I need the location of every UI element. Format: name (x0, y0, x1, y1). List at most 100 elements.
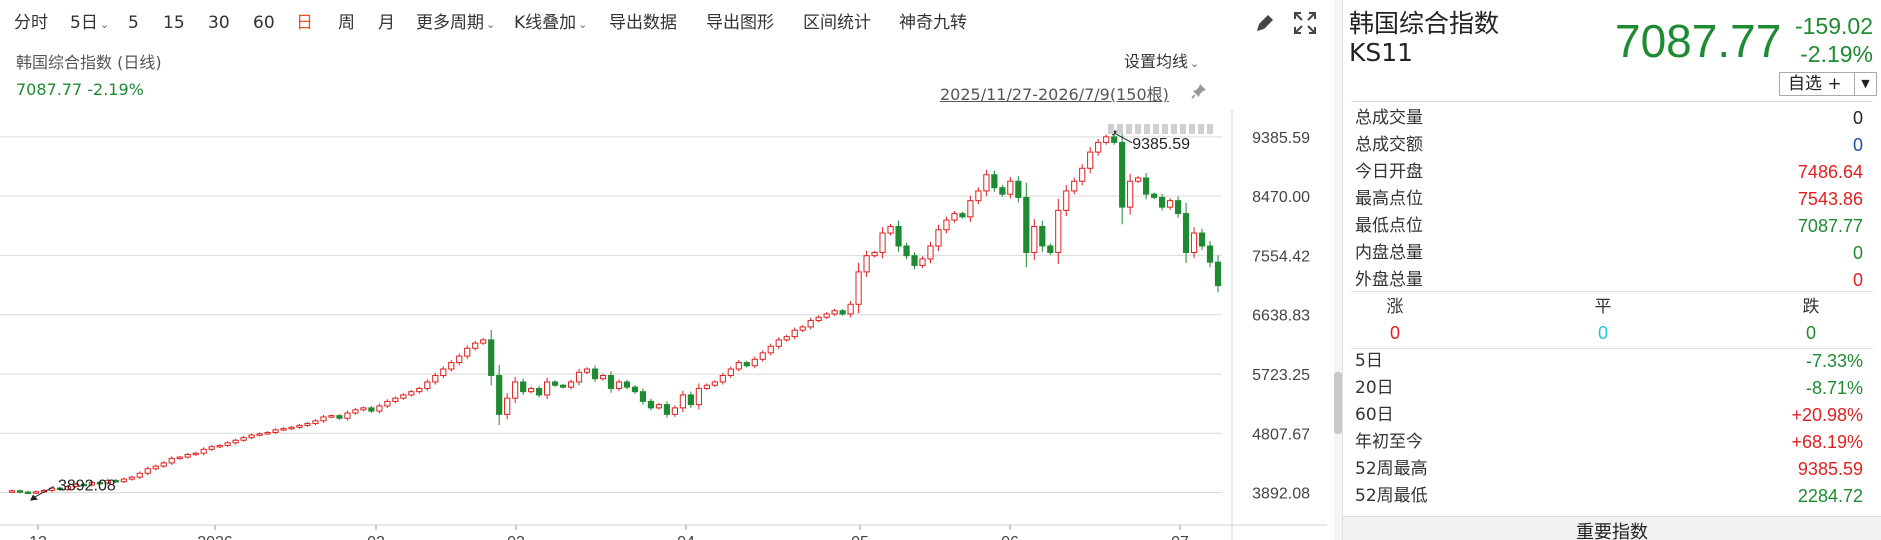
stat-row-label: 总成交额 (1355, 135, 1423, 155)
candle-body (575, 371, 583, 383)
perf-row-value: -8.71% (1805, 378, 1863, 398)
candle-body (256, 433, 263, 436)
period-tab-1[interactable]: 5日 ⌄ (70, 11, 109, 37)
ma-setting-label: 设置均线 (1124, 52, 1189, 71)
stat-row: 总成交额 0 (1355, 132, 1863, 159)
period-tab-label: 周 (338, 13, 355, 33)
perf-row-label: 20日 (1355, 378, 1394, 398)
period-tab-label: 分时 (14, 13, 48, 33)
candle-body (512, 381, 519, 399)
candle-body (184, 453, 191, 458)
period-tab-0[interactable]: 分时 (14, 11, 48, 35)
candle-body (360, 407, 367, 411)
candle-body (144, 468, 151, 474)
chevron-down-icon: ⌄ (578, 18, 588, 31)
signal-marker (1198, 124, 1204, 134)
candle-body (559, 384, 567, 388)
period-tab-8[interactable]: 月 (378, 11, 395, 35)
period-tab-3[interactable]: 15 (163, 11, 185, 35)
add-watchlist-button[interactable]: 自选 + ▼ (1779, 72, 1877, 96)
candle-body (1190, 232, 1198, 253)
period-tab-6[interactable]: 日 (296, 11, 313, 35)
candle-body (615, 381, 623, 389)
chevron-down-icon: ⌄ (99, 18, 110, 31)
y-tick-label: 9385.59 (1252, 130, 1310, 147)
y-tick-label: 8470.00 (1252, 189, 1310, 206)
candle-body (1166, 200, 1174, 208)
signal-marker (1171, 124, 1177, 134)
candle-body (1143, 177, 1150, 195)
brush-icon[interactable] (1252, 10, 1278, 36)
candle-body (663, 404, 671, 415)
period-tab-label: 5 (128, 13, 139, 33)
candle-body (496, 374, 503, 415)
period-tab-5[interactable]: 60 (253, 11, 275, 35)
period-tab-9[interactable]: 更多周期 ⌄ (416, 11, 495, 37)
stat-row-value: 0 (1852, 108, 1863, 128)
watchlist-dropdown-icon[interactable]: ▼ (1854, 73, 1876, 95)
candle-body (520, 381, 527, 393)
period-tab-10[interactable]: K线叠加 ⌄ (514, 11, 587, 37)
candle-body (1095, 141, 1102, 153)
divider (1351, 101, 1873, 102)
period-tab-label: 导出数据 (609, 13, 677, 33)
period-tab-label: 更多周期 (416, 13, 484, 33)
candle-body (1047, 245, 1054, 253)
candle-body (120, 478, 127, 483)
candle-body (935, 229, 942, 247)
signal-marker (1126, 124, 1132, 134)
chart-scrollbar-thumb[interactable] (1334, 372, 1342, 434)
candle-body (967, 200, 974, 218)
date-range-link[interactable]: 2025/11/27-2026/7/9(150根) (940, 81, 1169, 105)
candle-body (1015, 180, 1022, 198)
signal-marker (1180, 124, 1186, 134)
x-tick-label: 02 (367, 534, 385, 540)
candle-body (1063, 190, 1070, 211)
section-header[interactable]: 重要指数 (1343, 516, 1881, 540)
fullscreen-icon[interactable] (1292, 10, 1318, 36)
candle-body (24, 491, 32, 495)
candle-body (759, 352, 766, 360)
stat-row-label: 内盘总量 (1355, 243, 1423, 263)
candle-body (1031, 226, 1038, 253)
period-tab-14[interactable]: 神奇九转 (899, 11, 967, 35)
pin-icon[interactable] (1190, 82, 1208, 100)
perf-row-label: 年初至今 (1355, 432, 1423, 452)
candle-body (623, 381, 631, 388)
period-tab-2[interactable]: 5 (128, 11, 139, 35)
candle-body (160, 462, 167, 467)
candle-body (711, 381, 718, 386)
stat-row: 最高点位 7543.86 (1355, 186, 1863, 213)
candle-body (591, 368, 599, 380)
signal-marker (1117, 124, 1123, 134)
period-tab-11[interactable]: 导出数据 (609, 11, 677, 35)
candle-body (823, 313, 830, 318)
period-tab-4[interactable]: 30 (208, 11, 230, 35)
chart-title: 韩国综合指数 (日线) (16, 53, 162, 72)
candle-body (807, 319, 814, 328)
index-price: 7087.77 (1615, 15, 1782, 67)
candle-body (480, 339, 487, 344)
advance-label: 平 (1594, 297, 1612, 317)
period-tab-label: 月 (378, 13, 395, 33)
candle-body (152, 465, 159, 470)
candle-body (951, 213, 958, 221)
candle-body (911, 255, 918, 266)
candle-body (128, 476, 135, 480)
candle-body (208, 446, 215, 450)
candle-body (472, 342, 479, 349)
candle-body (839, 310, 846, 315)
chart-scrollbar[interactable] (1334, 0, 1342, 540)
candle-body (320, 416, 327, 422)
period-tab-12[interactable]: 导出图形 (706, 11, 774, 35)
period-tab-7[interactable]: 周 (338, 11, 355, 35)
candle-body (296, 424, 303, 428)
stat-row-value: 7486.64 (1797, 162, 1863, 182)
candle-body (1023, 196, 1030, 253)
candle-body (703, 384, 710, 389)
candle-body (232, 439, 239, 444)
candle-body (248, 434, 255, 439)
period-tab-13[interactable]: 区间统计 (803, 11, 871, 35)
ma-setting-dropdown[interactable]: 设置均线 ⌄ (1124, 48, 1199, 72)
stat-row: 内盘总量 0 (1355, 240, 1863, 267)
